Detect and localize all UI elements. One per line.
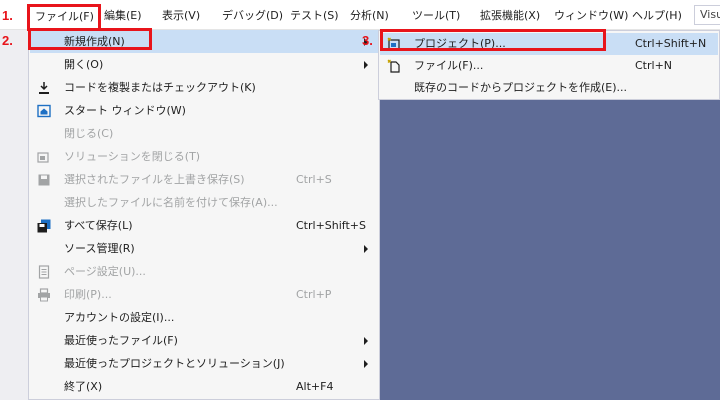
menu-item-label: ソース管理(R) bbox=[64, 242, 135, 255]
menu-item-label: 選択したファイルに名前を付けて保存(A)... bbox=[64, 196, 278, 209]
menu-item-close[interactable]: 閉じる(C) bbox=[30, 122, 379, 145]
file-menu-dropdown: 新規作成(N) 開く(O) コードを複製またはチェックアウト(K) スタート ウ… bbox=[28, 30, 380, 400]
menu-item-recent-files[interactable]: 最近使ったファイル(F) bbox=[30, 329, 379, 352]
menu-item-label: 印刷(P)... bbox=[64, 288, 112, 301]
menu-item-label: 最近使ったプロジェクトとソリューション(J) bbox=[64, 357, 285, 370]
menu-item-label: ページ設定(U)... bbox=[64, 265, 146, 278]
new-file-icon bbox=[387, 59, 400, 73]
save-all-icon bbox=[37, 219, 51, 233]
menu-extensions[interactable]: 拡張機能(X) bbox=[480, 6, 540, 26]
menu-bar: ファイル(F) 編集(E) 表示(V) デバッグ(D) テスト(S) 分析(N)… bbox=[0, 0, 720, 31]
menu-debug[interactable]: デバッグ(D) bbox=[222, 6, 283, 26]
menu-item-shortcut: Alt+F4 bbox=[296, 380, 334, 393]
menu-item-open[interactable]: 開く(O) bbox=[30, 53, 379, 76]
save-icon bbox=[38, 174, 50, 186]
menu-window[interactable]: ウィンドウ(W) bbox=[554, 6, 628, 26]
page-setup-icon bbox=[38, 265, 50, 279]
menu-item-save-all[interactable]: すべて保存(L) Ctrl+Shift+S bbox=[30, 214, 379, 237]
menu-item-label: すべて保存(L) bbox=[64, 219, 133, 232]
menu-test[interactable]: テスト(S) bbox=[290, 6, 339, 26]
menu-item-shortcut: Ctrl+S bbox=[296, 173, 332, 186]
step-1-highlight bbox=[27, 4, 101, 31]
menu-item-account-settings[interactable]: アカウントの設定(I)... bbox=[30, 306, 379, 329]
download-icon bbox=[39, 82, 49, 94]
menu-view[interactable]: 表示(V) bbox=[162, 6, 200, 26]
menu-item-save-as[interactable]: 選択したファイルに名前を付けて保存(A)... bbox=[30, 191, 379, 214]
menu-item-page-setup[interactable]: ページ設定(U)... bbox=[30, 260, 379, 283]
menu-item-source-control[interactable]: ソース管理(R) bbox=[30, 237, 379, 260]
menu-item-start-window[interactable]: スタート ウィンドウ(W) bbox=[30, 99, 379, 122]
print-icon bbox=[38, 288, 50, 302]
menu-item-label: スタート ウィンドウ(W) bbox=[64, 104, 186, 117]
menu-help[interactable]: ヘルプ(H) bbox=[632, 6, 682, 26]
menu-item-shortcut: Ctrl+Shift+N bbox=[635, 37, 707, 50]
menu-item-label: ファイル(F)... bbox=[414, 59, 484, 72]
home-window-icon bbox=[37, 104, 51, 118]
close-solution-icon bbox=[37, 152, 49, 163]
menu-item-shortcut: Ctrl+P bbox=[296, 288, 332, 301]
menu-item-label: 終了(X) bbox=[64, 380, 103, 393]
menu-edit[interactable]: 編集(E) bbox=[104, 6, 142, 26]
submenu-arrow-icon bbox=[364, 61, 368, 69]
menu-item-label: ソリューションを閉じる(T) bbox=[64, 150, 201, 163]
menu-item-print[interactable]: 印刷(P)... Ctrl+P bbox=[30, 283, 379, 306]
step-2-highlight bbox=[28, 28, 152, 50]
submenu-arrow-icon bbox=[364, 245, 368, 253]
menu-tools[interactable]: ツール(T) bbox=[412, 6, 460, 26]
menu-item-label: 最近使ったファイル(F) bbox=[64, 334, 178, 347]
menu-item-save-selected[interactable]: 選択されたファイルを上書き保存(S) Ctrl+S bbox=[30, 168, 379, 191]
menu-item-label: 開く(O) bbox=[64, 58, 104, 71]
left-toolbar-strip bbox=[0, 30, 28, 400]
menu-item-close-solution[interactable]: ソリューションを閉じる(T) bbox=[30, 145, 379, 168]
step-2-label: 2. bbox=[2, 33, 13, 48]
menu-item-label: コードを複製またはチェックアウト(K) bbox=[64, 81, 256, 94]
menu-item-shortcut: Ctrl+Shift+S bbox=[296, 219, 366, 232]
step-3-highlight bbox=[380, 29, 606, 51]
menu-item-label: 既存のコードからプロジェクトを作成(E)... bbox=[414, 81, 628, 94]
menu-item-label: 閉じる(C) bbox=[64, 127, 114, 140]
submenu-arrow-icon bbox=[364, 337, 368, 345]
menu-item-exit[interactable]: 終了(X) Alt+F4 bbox=[30, 375, 379, 398]
submenu-item-project-from-existing-code[interactable]: 既存のコードからプロジェクトを作成(E)... bbox=[380, 77, 718, 99]
menu-item-recent-projects[interactable]: 最近使ったプロジェクトとソリューション(J) bbox=[30, 352, 379, 375]
menu-item-shortcut: Ctrl+N bbox=[635, 59, 673, 72]
search-input[interactable]: Visu bbox=[694, 5, 720, 25]
step-3-label: 3. bbox=[362, 33, 373, 48]
submenu-item-new-file[interactable]: ファイル(F)... Ctrl+N bbox=[380, 55, 718, 77]
menu-item-label: 選択されたファイルを上書き保存(S) bbox=[64, 173, 245, 186]
menu-item-label: アカウントの設定(I)... bbox=[64, 311, 175, 324]
step-1-label: 1. bbox=[2, 8, 13, 23]
menu-analyze[interactable]: 分析(N) bbox=[350, 6, 389, 26]
editor-background bbox=[378, 100, 720, 400]
submenu-arrow-icon bbox=[364, 360, 368, 368]
menu-item-clone-repository[interactable]: コードを複製またはチェックアウト(K) bbox=[30, 76, 379, 99]
